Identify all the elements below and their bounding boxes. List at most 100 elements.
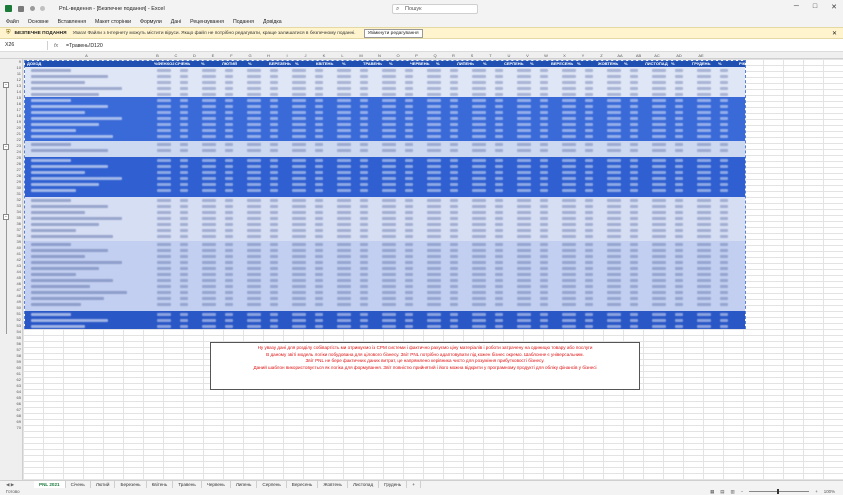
redacted-value <box>629 228 638 232</box>
redacted-value <box>539 104 548 108</box>
menu-file[interactable]: Файл <box>6 19 19 25</box>
redacted-value <box>674 290 683 294</box>
zoom-level[interactable]: 100% <box>824 488 835 495</box>
column-header[interactable]: U <box>498 52 520 59</box>
zoom-slider[interactable] <box>749 489 810 494</box>
column-header[interactable]: N <box>372 52 387 59</box>
column-header[interactable]: X <box>557 52 572 59</box>
menu-insert[interactable]: Вставлення <box>58 19 86 25</box>
column-header[interactable]: S <box>461 52 483 59</box>
column-header[interactable]: P <box>409 52 424 59</box>
redacted-value <box>652 234 666 238</box>
column-header[interactable]: G <box>239 52 261 59</box>
redacted-text <box>31 318 108 322</box>
column-header[interactable]: B <box>150 52 165 59</box>
column-header[interactable]: E <box>202 52 224 59</box>
close-icon[interactable]: ✕ <box>832 30 837 37</box>
column-header[interactable]: AA <box>609 52 631 59</box>
column-header[interactable]: I <box>276 52 298 59</box>
redo-icon[interactable] <box>40 6 45 11</box>
menu-home[interactable]: Основне <box>28 19 49 25</box>
redacted-value <box>449 80 458 84</box>
redacted-value <box>719 284 728 288</box>
redacted-value <box>382 122 396 126</box>
redacted-value <box>404 198 413 202</box>
menu-data[interactable]: Дані <box>171 19 181 25</box>
redacted-value <box>359 254 368 258</box>
redacted-value <box>697 92 711 96</box>
menu-review[interactable]: Рецензування <box>190 19 224 25</box>
redacted-value <box>719 148 728 152</box>
redacted-value <box>427 122 441 126</box>
redacted-value <box>607 158 621 162</box>
column-header[interactable]: Q <box>424 52 446 59</box>
redacted-value <box>697 284 711 288</box>
redacted-value <box>697 198 711 202</box>
column-header[interactable]: W <box>535 52 557 59</box>
column-header[interactable]: O <box>387 52 409 59</box>
column-header[interactable]: AD <box>668 52 690 59</box>
minimize-button[interactable]: ─ <box>794 3 799 11</box>
redacted-value <box>494 110 503 114</box>
redacted-value <box>292 158 306 162</box>
column-header[interactable]: Y <box>572 52 594 59</box>
redacted-value <box>719 272 728 276</box>
redacted-value <box>427 164 441 168</box>
column-header[interactable]: C <box>165 52 187 59</box>
zoom-out-button[interactable]: − <box>741 488 744 495</box>
redacted-value <box>404 284 413 288</box>
fx-icon[interactable]: fx <box>54 43 58 49</box>
column-header[interactable]: D <box>187 52 202 59</box>
column-header[interactable]: J <box>298 52 313 59</box>
undo-icon[interactable] <box>30 6 35 11</box>
redacted-value <box>292 266 306 270</box>
save-icon[interactable] <box>18 5 24 12</box>
column-header[interactable]: K <box>313 52 335 59</box>
maximize-button[interactable]: □ <box>813 3 817 11</box>
redacted-text <box>31 176 122 180</box>
redacted-value <box>652 74 666 78</box>
pnl-table-selection[interactable]: ДОХОД %ФЕНХО2 СІЧЕНЬ% ЛЮТИЙ% БЕРЕЗЕНЬ% КВІТЕН… <box>24 60 769 329</box>
menu-help[interactable]: Довідка <box>263 19 282 25</box>
redacted-value <box>652 210 666 214</box>
redacted-value <box>427 92 441 96</box>
redacted-value <box>629 204 638 208</box>
zoom-in-button[interactable]: + <box>815 488 818 495</box>
redacted-value <box>337 302 351 306</box>
column-header[interactable]: M <box>350 52 372 59</box>
page-break-icon[interactable]: ▥ <box>730 488 734 495</box>
menu-view[interactable]: Подання <box>233 19 254 25</box>
redacted-value <box>449 122 458 126</box>
close-button[interactable]: ✕ <box>831 3 837 11</box>
column-header[interactable]: AB <box>631 52 646 59</box>
row-number[interactable]: 70 <box>10 425 23 431</box>
redacted-value <box>202 296 216 300</box>
enable-editing-button[interactable]: Увімкнути редагування <box>363 28 423 38</box>
column-header[interactable]: A <box>23 52 150 59</box>
column-header[interactable]: Z <box>594 52 609 59</box>
menu-formulas[interactable]: Формули <box>140 19 162 25</box>
column-header[interactable]: AC <box>646 52 668 59</box>
column-header[interactable]: L <box>335 52 350 59</box>
menu-page-layout[interactable]: Макет сторінки <box>95 19 131 25</box>
redacted-value <box>382 182 396 186</box>
column-header[interactable]: F <box>224 52 239 59</box>
column-header[interactable]: R <box>446 52 461 59</box>
name-box[interactable]: X26 <box>2 41 48 50</box>
formula-input[interactable]: =Травень!D120 <box>66 43 103 49</box>
redacted-value <box>719 324 728 328</box>
outline-controls[interactable]: − − − <box>3 59 10 480</box>
normal-view-icon[interactable]: ▦ <box>710 488 714 495</box>
redacted-value <box>607 248 621 252</box>
search-input[interactable]: ⌕ Пошук <box>392 4 478 14</box>
column-header[interactable]: T <box>483 52 498 59</box>
column-header[interactable]: AE <box>690 52 712 59</box>
redacted-value <box>719 242 728 246</box>
column-header[interactable]: V <box>520 52 535 59</box>
redacted-value <box>247 128 261 132</box>
column-header[interactable]: H <box>261 52 276 59</box>
page-layout-icon[interactable]: ▤ <box>720 488 724 495</box>
redacted-value <box>314 176 323 180</box>
note-textbox[interactable]: Ну увазу дані для розділу собівартість м… <box>210 342 640 390</box>
redacted-value <box>539 148 548 152</box>
